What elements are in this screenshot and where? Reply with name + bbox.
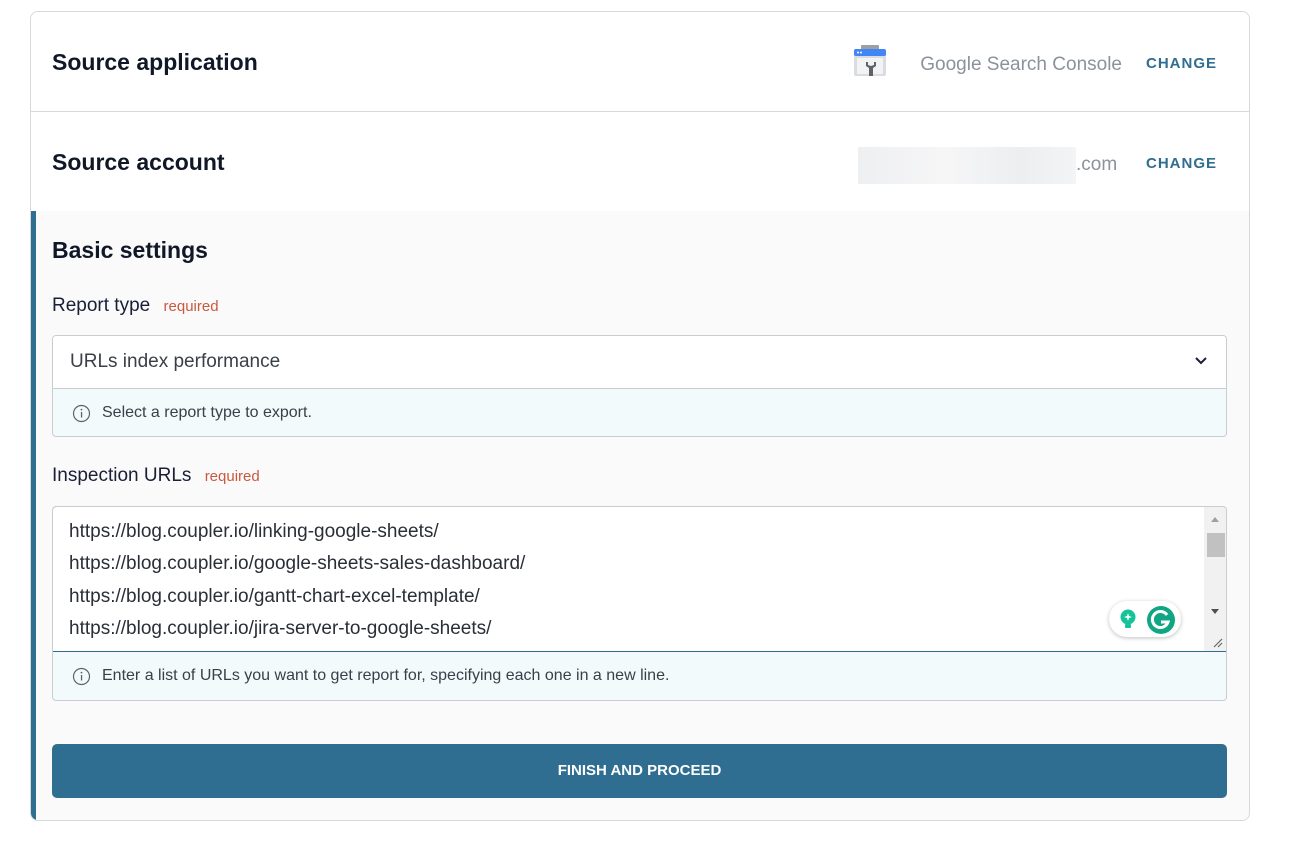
basic-settings-title: Basic settings	[52, 237, 208, 263]
url-line: https://blog.coupler.io/gantt-chart-exce…	[69, 586, 480, 607]
url-line: https://blog.coupler.io/linking-google-s…	[69, 521, 439, 542]
info-icon	[72, 404, 91, 423]
basic-settings-section: Basic settings Report type required URLs…	[31, 211, 1249, 820]
report-type-field: URLs index performance Select a report t…	[52, 335, 1227, 437]
connection-card: Source application Google Search Console…	[30, 11, 1250, 821]
info-icon	[72, 667, 91, 686]
finish-and-proceed-button[interactable]: FINISH AND PROCEED	[52, 744, 1227, 798]
inspection-urls-hint: Enter a list of URLs you want to get rep…	[53, 652, 1226, 700]
report-type-label-text: Report type	[52, 295, 151, 316]
report-type-hint-text: Select a report type to export.	[102, 404, 312, 421]
chevron-down-icon[interactable]	[1194, 356, 1208, 366]
google-search-console-icon	[854, 45, 886, 76]
source-application-title: Source application	[52, 49, 258, 75]
source-account-row: Source account .com CHANGE	[31, 112, 1249, 212]
url-line: https://blog.coupler.io/jira-server-to-g…	[69, 618, 492, 639]
inspection-urls-required-badge: required	[204, 468, 260, 485]
account-domain: .com	[1076, 154, 1118, 175]
url-line: https://blog.coupler.io/google-sheets-sa…	[69, 553, 526, 574]
textarea-scrollbar[interactable]	[1204, 507, 1226, 651]
grammarly-icon[interactable]	[1146, 605, 1176, 635]
report-type-label: Report type required	[52, 295, 219, 317]
report-type-value: URLs index performance	[70, 351, 281, 372]
report-type-hint: Select a report type to export.	[53, 389, 1226, 436]
report-type-select[interactable]: URLs index performance	[53, 336, 1226, 389]
report-type-required-badge: required	[163, 298, 219, 315]
source-app-name: Google Search Console	[920, 54, 1122, 75]
inspection-urls-label-text: Inspection URLs	[52, 465, 192, 486]
scroll-down-arrow-icon[interactable]	[1210, 608, 1220, 616]
scroll-up-arrow-icon[interactable]	[1210, 515, 1220, 523]
source-account-title: Source account	[52, 149, 225, 175]
change-source-account-button[interactable]: CHANGE	[1146, 155, 1217, 172]
inspection-urls-textarea[interactable]: https://blog.coupler.io/linking-google-s…	[53, 507, 1226, 652]
lightbulb-icon[interactable]	[1117, 608, 1139, 630]
inspection-urls-field: https://blog.coupler.io/linking-google-s…	[52, 506, 1227, 701]
scrollbar-thumb[interactable]	[1207, 533, 1225, 557]
source-application-row: Source application Google Search Console…	[31, 12, 1249, 112]
change-source-app-button[interactable]: CHANGE	[1146, 55, 1217, 72]
account-name-redacted	[858, 147, 1076, 184]
resize-handle-icon[interactable]	[1211, 636, 1223, 648]
inspection-urls-label: Inspection URLs required	[52, 465, 260, 487]
grammarly-widget[interactable]	[1109, 601, 1181, 637]
inspection-urls-hint-text: Enter a list of URLs you want to get rep…	[102, 667, 670, 684]
